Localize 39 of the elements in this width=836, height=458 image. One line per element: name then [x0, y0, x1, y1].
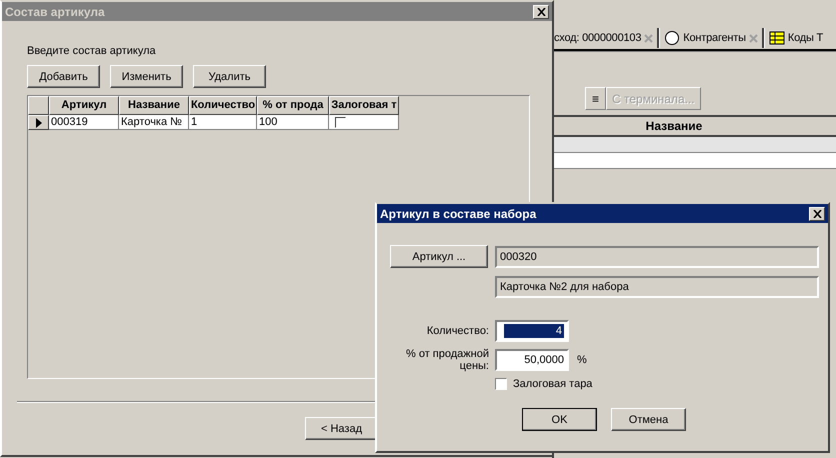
- action-button[interactable]: Удалить: [193, 65, 266, 88]
- percent-field[interactable]: 50,0000: [495, 349, 569, 371]
- close-icon: [536, 8, 546, 16]
- close-button[interactable]: [809, 206, 825, 220]
- article-code-field: 000320: [495, 246, 819, 268]
- column-header[interactable]: Название: [119, 96, 189, 115]
- cancel-button[interactable]: Отмена: [611, 408, 686, 431]
- close-button[interactable]: [533, 4, 549, 18]
- column-header: Название: [644, 118, 704, 135]
- deposit-checkbox[interactable]: Залоговая тара: [495, 378, 592, 390]
- column-header[interactable]: Количество: [189, 96, 257, 115]
- column-header[interactable]: Артикул: [49, 96, 119, 115]
- column-header[interactable]: % от прода: [257, 96, 329, 115]
- quantity-label: Количество:: [426, 325, 489, 337]
- article-button[interactable]: Артикул ...: [390, 245, 488, 268]
- percent-unit: %: [577, 354, 587, 366]
- action-button[interactable]: Изменить: [110, 65, 183, 88]
- back-button[interactable]: < Назад: [305, 417, 378, 440]
- quantity-field[interactable]: 4: [495, 320, 569, 342]
- row-pointer-icon: [36, 118, 42, 128]
- table-cell: 1: [189, 115, 257, 130]
- window-title: Состав артикула: [5, 4, 105, 18]
- table-icon: [768, 30, 785, 46]
- table-cell: 000319: [49, 115, 119, 130]
- table-row[interactable]: [554, 137, 836, 153]
- menu-button[interactable]: ≡: [585, 87, 606, 110]
- column-header[interactable]: Залоговая т: [329, 96, 399, 115]
- table-cell: 100: [257, 115, 329, 130]
- ok-button[interactable]: OK: [522, 408, 597, 431]
- table-cell: Карточка №: [119, 115, 189, 130]
- prompt-label: Введите состав артикула: [27, 45, 156, 57]
- percent-label: % от продажной цены:: [405, 348, 489, 372]
- table-row[interactable]: [554, 153, 836, 169]
- window-title: Артикул в составе набора: [380, 206, 536, 220]
- person-icon: [664, 30, 680, 46]
- action-button[interactable]: Добавить: [27, 65, 100, 88]
- article-name-field: Карточка №2 для набора: [495, 276, 819, 298]
- close-icon: [812, 210, 822, 218]
- checkbox[interactable]: [335, 116, 346, 128]
